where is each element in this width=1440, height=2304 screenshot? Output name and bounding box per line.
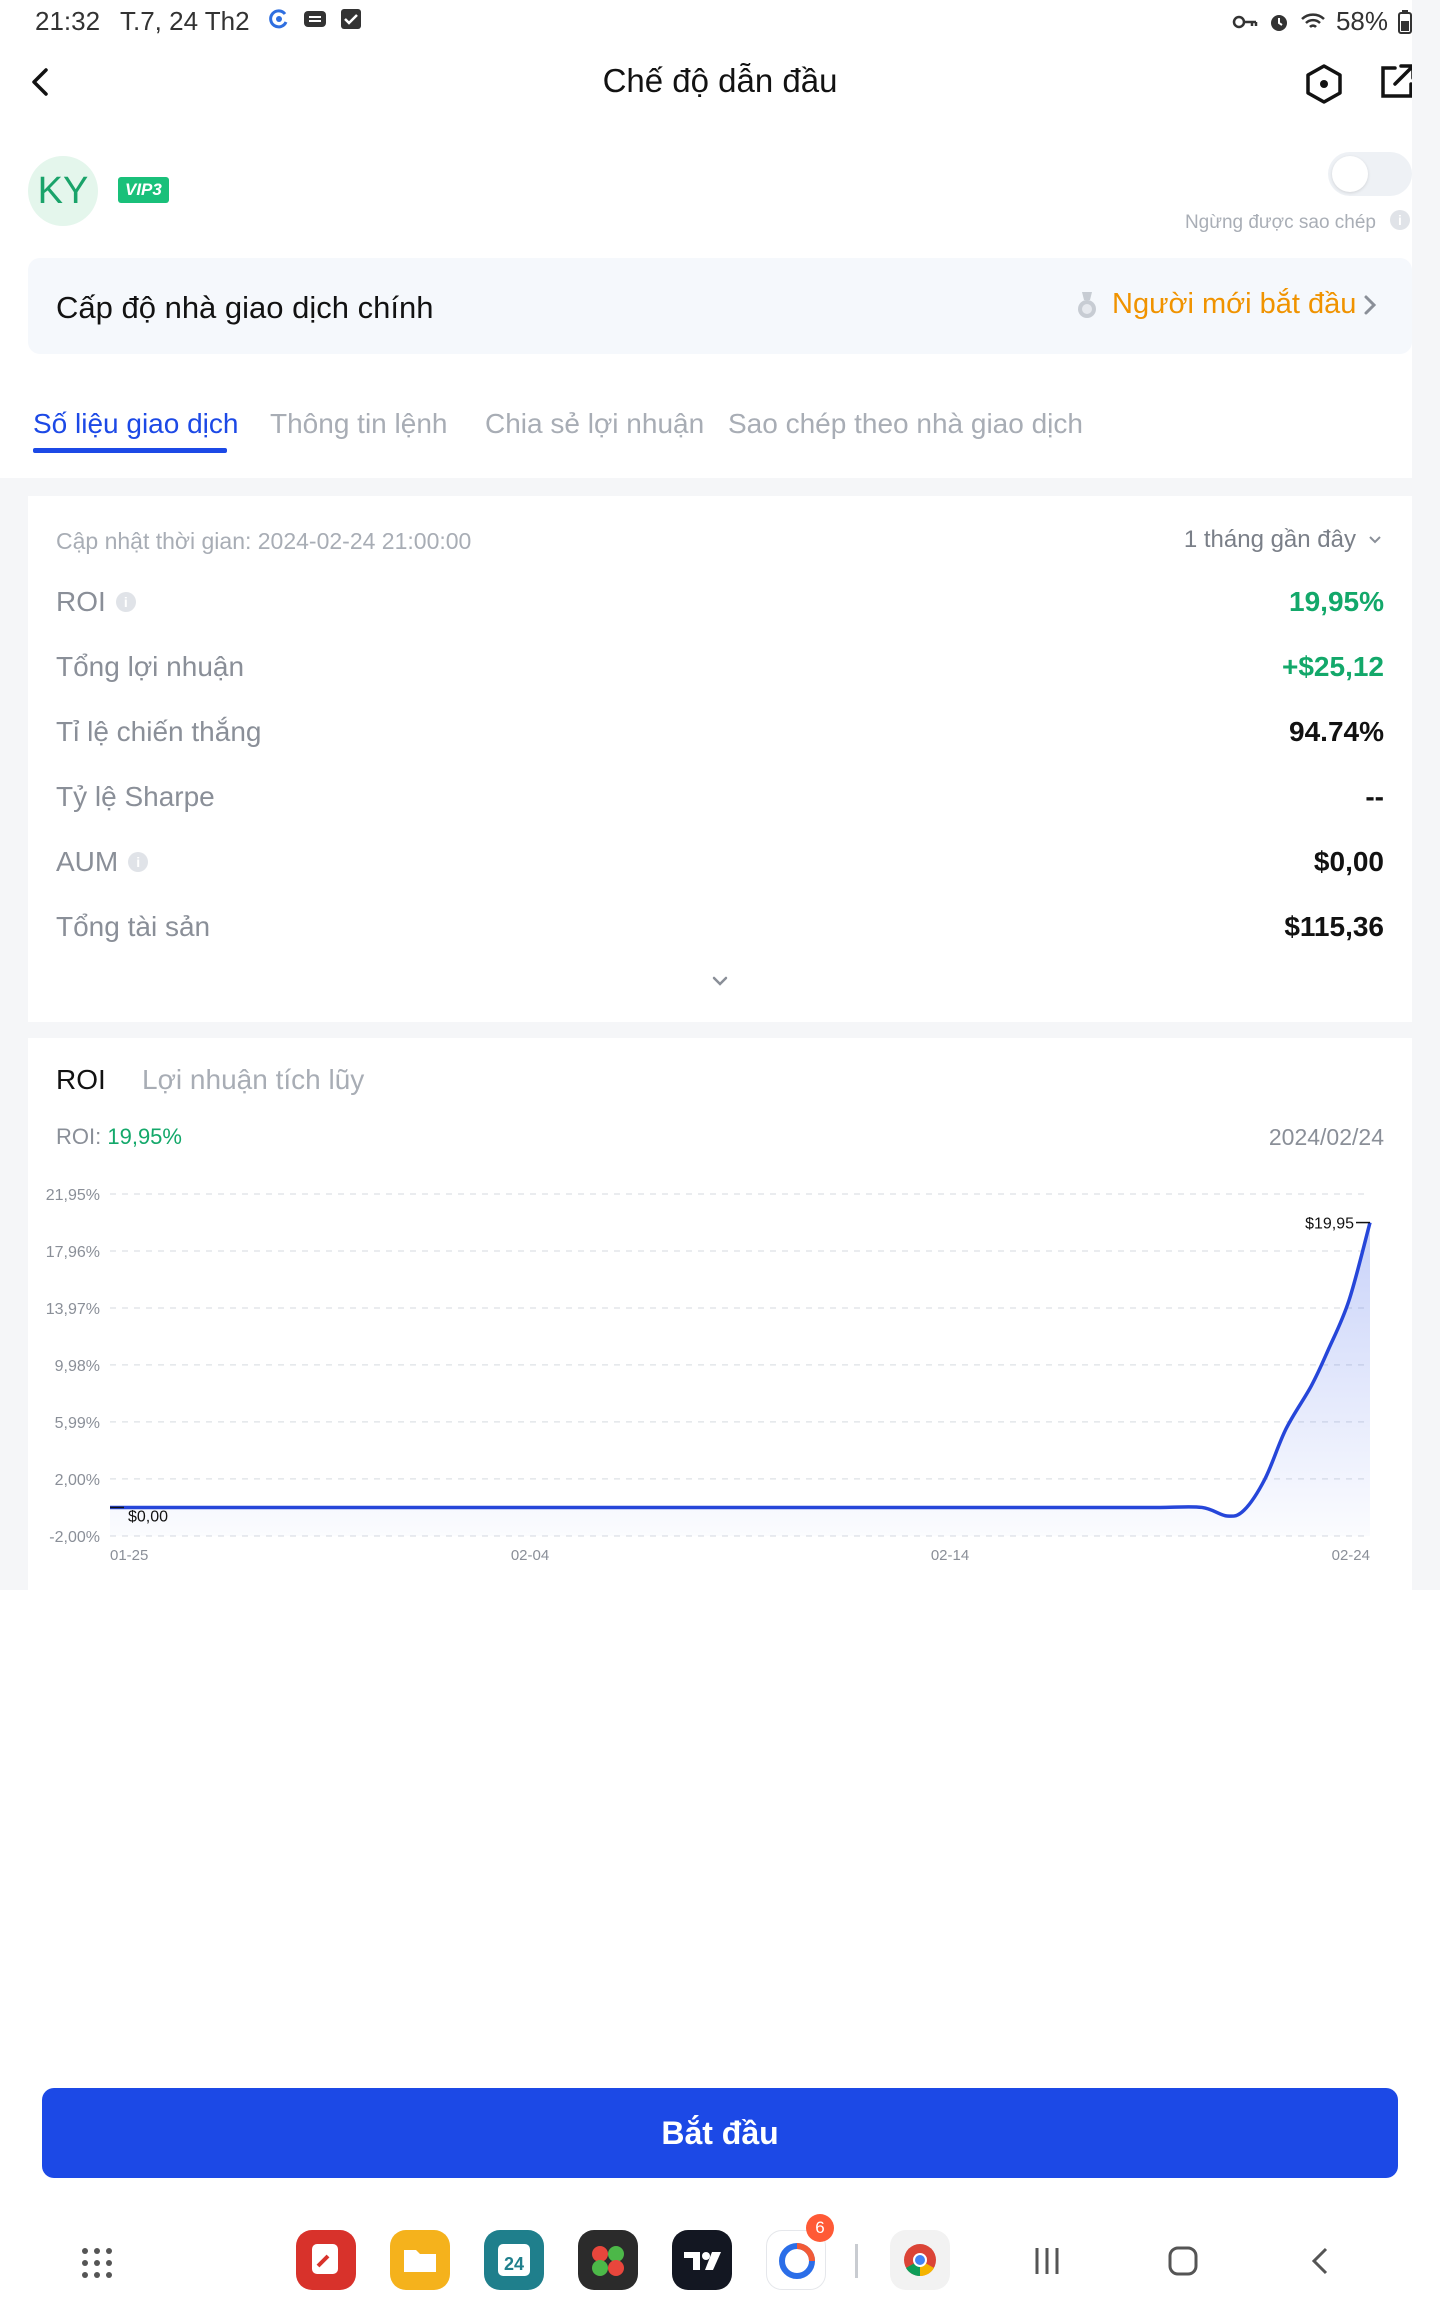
chevron-down-icon [1369, 536, 1381, 544]
stat-value: 94.74% [1289, 716, 1384, 747]
roi-area [110, 1222, 1370, 1536]
chrome-app-icon[interactable] [890, 2230, 950, 2290]
period-select[interactable]: 1 tháng gần đây [1184, 526, 1382, 554]
avatar[interactable]: KY [28, 156, 98, 226]
nav-separator [855, 2244, 858, 2278]
trader-level-value: Người mới bắt đầu [1112, 288, 1357, 320]
battery-level: 58% [1335, 6, 1388, 36]
stat-value: $0,00 [1313, 846, 1384, 877]
stat-label: Tỉ lệ chiến thắng [56, 716, 261, 748]
x-tick-label: 02-14 [931, 1547, 969, 1564]
sync-icon [269, 9, 288, 29]
stat-label: ROI i [56, 586, 136, 618]
stat-value: -- [1365, 781, 1384, 812]
stat-label-text: Tổng lợi nhuận [56, 651, 245, 682]
y-tick-label: 17,96% [46, 1244, 100, 1261]
key-icon [1232, 15, 1258, 28]
end-value-label: $19,95 [1305, 1216, 1354, 1233]
notification-icons [268, 8, 362, 30]
chevron-right-icon [1364, 295, 1377, 315]
tab-profit-sharing[interactable]: Chia sẻ lợi nhuận [485, 408, 704, 440]
notification-badge: 6 [806, 2214, 834, 2242]
active-tab-indicator [33, 448, 227, 453]
info-icon[interactable]: i [115, 592, 136, 612]
settings-hex-icon[interactable] [1302, 62, 1346, 106]
update-time: Cập nhật thời gian: 2024-02-24 21:00:00 [56, 528, 472, 554]
tradingview-app-icon[interactable] [672, 2230, 732, 2290]
stat-value: 19,95% [1289, 586, 1384, 617]
status-time: 21:32 [35, 6, 101, 36]
stat-value: $115,36 [1284, 911, 1384, 942]
roi-summary: ROI: 19,95% [56, 1124, 182, 1150]
stat-label: Tỷ lệ Sharpe [56, 781, 215, 813]
y-tick-label: 21,95% [46, 1187, 100, 1204]
tab-trading-stats[interactable]: Số liệu giao dịch [33, 408, 238, 440]
roi-summary-value: 19,95% [107, 1124, 182, 1149]
y-tick-label: 5,99% [55, 1415, 100, 1432]
recent-apps-icon[interactable] [1030, 2244, 1064, 2278]
checkbox-icon [341, 9, 361, 29]
stat-label: Tổng lợi nhuận [56, 651, 244, 683]
roi-chart: 21,95% 17,96% 13,97% 9,98% 5,99% 2,00% -2,00% 0… [46, 1187, 1372, 1564]
x-tick-label: 02-04 [511, 1547, 549, 1564]
stat-label: Tổng tài sản [56, 911, 210, 943]
chart-date: 2024/02/24 [1268, 1124, 1384, 1150]
x-tick-label: 02-24 [1332, 1547, 1370, 1564]
expand-chevron-icon[interactable] [709, 972, 731, 992]
section-divider [0, 1022, 1440, 1038]
start-button[interactable]: Bắt đầu [42, 2088, 1398, 2178]
alarm-icon [1270, 14, 1287, 31]
home-icon[interactable] [1166, 2244, 1200, 2278]
stat-label-text: Tổng tài sản [56, 911, 211, 942]
medal-icon [1078, 292, 1096, 318]
y-tick-label: 9,98% [55, 1358, 100, 1375]
y-tick-label: -2,00% [49, 1529, 100, 1546]
y-tick-label: 2,00% [55, 1472, 100, 1489]
status-right: 58% [1232, 6, 1412, 37]
x-tick-label: 01-25 [110, 1547, 148, 1564]
status-bar: 21:32 T.7, 24 Th2 58% [0, 0, 1440, 44]
copy-toggle[interactable] [1328, 152, 1412, 196]
trader-level-label: Cấp độ nhà giao dịch chính [56, 290, 434, 325]
stats-card [28, 496, 1412, 1022]
roi-summary-label: ROI: [56, 1124, 102, 1149]
stat-label-text: AUM [56, 846, 119, 877]
page-title: Chế độ dẫn đầu [602, 62, 838, 99]
stat-label-text: Tỉ lệ chiến thắng [56, 716, 262, 747]
game-app-icon[interactable] [578, 2230, 638, 2290]
svg-text:24: 24 [504, 2254, 524, 2274]
toggle-knob [1332, 156, 1368, 192]
files-app-icon[interactable] [390, 2230, 450, 2290]
wifi-icon [1301, 12, 1325, 28]
section-divider [0, 478, 1440, 498]
battery-icon [1398, 9, 1412, 34]
period-select-label: 1 tháng gần đây [1183, 526, 1356, 553]
chart-tab-roi[interactable]: ROI [56, 1064, 106, 1096]
notes-app-icon[interactable] [296, 2230, 356, 2290]
chart-tab-cumulative-profit[interactable]: Lợi nhuận tích lũy [142, 1064, 364, 1096]
exchange-icon [304, 11, 326, 27]
status-date: T.7, 24 Th2 [120, 6, 250, 36]
stat-label-text: Tỷ lệ Sharpe [56, 781, 215, 812]
vip-badge: VIP3 [118, 177, 169, 203]
app-drawer-icon[interactable] [80, 2246, 114, 2280]
stat-label-text: ROI [56, 586, 106, 617]
start-value-label: $0,00 [128, 1508, 168, 1525]
info-icon[interactable]: i [1390, 210, 1410, 230]
calendar-app-icon[interactable]: 24 [484, 2230, 544, 2290]
nav-back-icon[interactable] [1304, 2244, 1338, 2278]
roi-line [109, 1222, 1372, 1518]
tab-order-info[interactable]: Thông tin lệnh [270, 408, 447, 440]
copy-toggle-label: Ngừng được sao chép [1184, 212, 1376, 233]
stat-value: +$25,12 [1282, 651, 1384, 682]
info-icon[interactable]: i [128, 852, 149, 872]
y-tick-label: 13,97% [46, 1301, 100, 1318]
tab-copy-by-trader[interactable]: Sao chép theo nhà giao dịch [728, 408, 1083, 440]
stat-label: AUM i [56, 846, 149, 878]
